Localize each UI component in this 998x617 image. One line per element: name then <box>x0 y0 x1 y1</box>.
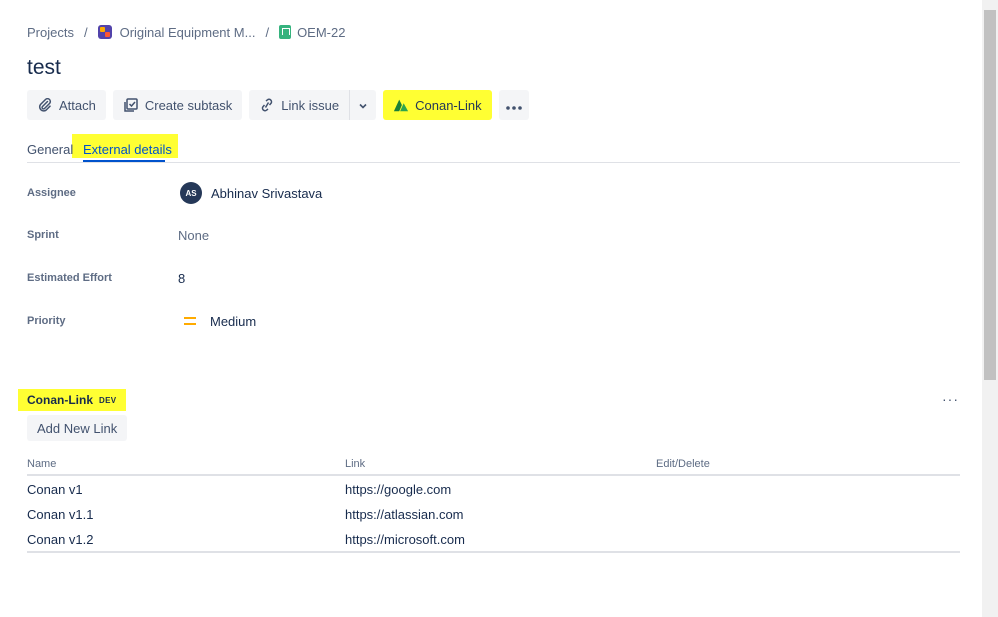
project-avatar-icon <box>97 25 112 39</box>
link-icon <box>259 97 275 113</box>
paperclip-icon <box>37 97 53 113</box>
section-title-text: Conan-Link <box>27 393 93 407</box>
row-name: Conan v1.1 <box>27 507 94 522</box>
field-priority: Priority Medium <box>27 309 256 333</box>
breadcrumb-projects[interactable]: Projects <box>27 25 74 40</box>
attach-button[interactable]: Attach <box>27 90 106 120</box>
column-edit-delete-header: Edit/Delete <box>656 458 710 470</box>
story-icon <box>279 25 292 39</box>
issue-title[interactable]: test <box>27 56 61 80</box>
assignee-name: Abhinav Srivastava <box>211 185 323 201</box>
breadcrumb-issue-label: OEM-22 <box>297 24 346 40</box>
estimated-effort-value[interactable]: 8 <box>178 271 185 286</box>
create-subtask-label: Create subtask <box>144 97 233 113</box>
attach-label: Attach <box>59 97 96 113</box>
priority-medium-icon <box>184 317 196 325</box>
link-issue-split: Link issue <box>249 90 377 120</box>
active-tab-indicator <box>83 160 165 162</box>
link-issue-button[interactable]: Link issue <box>249 90 350 120</box>
create-subtask-button[interactable]: Create subtask <box>112 90 243 120</box>
priority-text: Medium <box>210 313 257 329</box>
table-row: Conan v1 https://google.com <box>27 476 960 501</box>
assignee-value[interactable]: AS Abhinav Srivastava <box>178 182 322 204</box>
add-new-link-button[interactable]: Add New Link <box>27 415 128 441</box>
link-issue-dropdown[interactable] <box>349 90 377 120</box>
row-name: Conan v1.2 <box>27 532 94 547</box>
breadcrumb-issue[interactable]: OEM-22 <box>279 25 345 40</box>
breadcrumb: Projects / Original Equipment M... / OEM… <box>27 24 345 40</box>
breadcrumb-separator: / <box>83 24 88 40</box>
detail-tabs: General External details <box>27 134 960 163</box>
env-badge: DEV <box>99 395 117 405</box>
chevron-down-icon <box>358 98 368 113</box>
section-more-button[interactable]: ··· <box>942 391 959 407</box>
table-header: Name Link Edit/Delete <box>27 456 960 476</box>
more-icon <box>505 98 522 113</box>
row-link[interactable]: https://atlassian.com <box>345 507 464 522</box>
sprint-label: Sprint <box>27 229 59 241</box>
row-name: Conan v1 <box>27 482 83 497</box>
row-link[interactable]: https://microsoft.com <box>345 532 465 547</box>
tab-general[interactable]: General <box>27 142 73 157</box>
conan-link-button[interactable]: Conan-Link <box>383 90 492 120</box>
tab-external-details[interactable]: External details <box>83 142 172 157</box>
breadcrumb-project[interactable]: Original Equipment M... <box>97 24 256 40</box>
link-issue-label: Link issue <box>281 97 340 113</box>
avatar: AS <box>180 182 202 204</box>
assignee-label: Assignee <box>27 187 76 199</box>
priority-label: Priority <box>27 315 66 327</box>
field-estimated-effort: Estimated Effort 8 <box>27 266 185 290</box>
links-table: Name Link Edit/Delete Conan v1 https://g… <box>27 456 960 553</box>
field-assignee: Assignee AS Abhinav Srivastava <box>27 181 322 205</box>
breadcrumb-separator: / <box>265 24 270 40</box>
more-actions-button[interactable] <box>498 90 529 120</box>
conan-link-logo-icon <box>393 97 409 113</box>
column-link-header: Link <box>345 458 366 470</box>
sprint-value[interactable]: None <box>178 228 209 243</box>
table-bottom-border <box>27 551 960 553</box>
table-row: Conan v1.2 https://microsoft.com <box>27 526 960 551</box>
table-row: Conan v1.1 https://atlassian.com <box>27 501 960 526</box>
issue-toolbar: Attach Create subtask Link issue Conan-L… <box>27 90 536 120</box>
estimated-effort-label: Estimated Effort <box>27 272 112 284</box>
breadcrumb-project-label: Original Equipment M... <box>119 24 256 40</box>
field-sprint: Sprint None <box>27 223 209 247</box>
conan-link-section-title: Conan-Link DEV <box>27 393 116 407</box>
conan-link-label: Conan-Link <box>415 97 482 113</box>
row-link[interactable]: https://google.com <box>345 482 451 497</box>
scrollbar-thumb[interactable] <box>984 10 996 380</box>
column-name-header: Name <box>27 458 57 470</box>
subtask-icon <box>123 97 139 113</box>
priority-value[interactable]: Medium <box>178 314 256 329</box>
